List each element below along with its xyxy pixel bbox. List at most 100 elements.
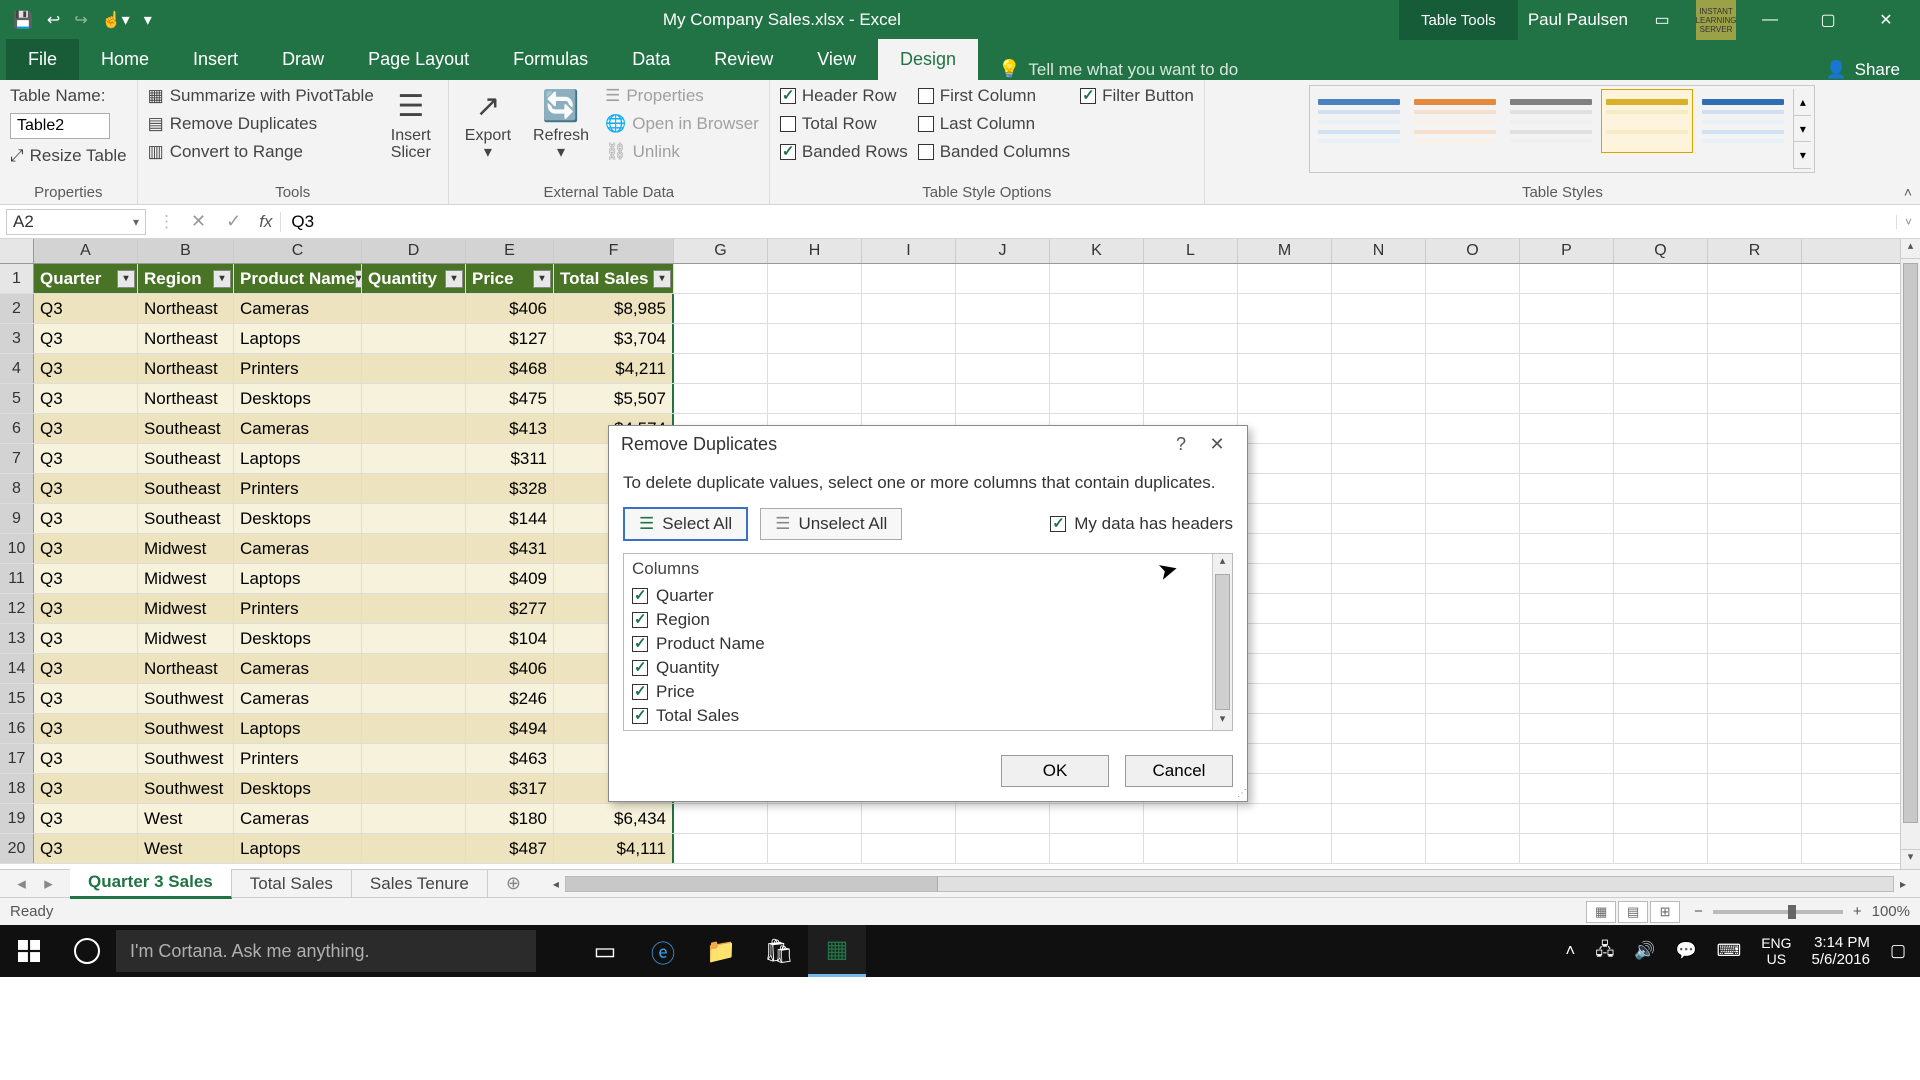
cell[interactable] — [1426, 534, 1520, 563]
zoom-in-icon[interactable]: + — [1853, 903, 1862, 920]
cell[interactable] — [674, 804, 768, 833]
cancel-formula-icon[interactable]: ✕ — [181, 211, 216, 232]
cell[interactable]: $246 — [466, 684, 554, 713]
column-header[interactable]: I — [862, 239, 956, 263]
row-header[interactable]: 15 — [0, 684, 34, 713]
cell[interactable] — [362, 504, 466, 533]
row-header[interactable]: 7 — [0, 444, 34, 473]
cell[interactable] — [1238, 654, 1332, 683]
columns-listbox[interactable]: Columns QuarterRegionProduct NameQuantit… — [623, 553, 1233, 731]
gallery-more-icon[interactable]: ▾ — [1794, 142, 1811, 169]
column-header[interactable]: F — [554, 239, 674, 263]
resize-table-button[interactable]: ⤢Resize Table — [10, 145, 127, 167]
cell[interactable]: Southwest — [138, 774, 234, 803]
undo-icon[interactable]: ↩ — [44, 7, 63, 33]
cell[interactable] — [1520, 714, 1614, 743]
cell[interactable] — [362, 714, 466, 743]
cell[interactable] — [1050, 804, 1144, 833]
cell[interactable]: Printers — [234, 744, 362, 773]
cell[interactable]: Midwest — [138, 564, 234, 593]
cell[interactable] — [362, 744, 466, 773]
tray-chevron-icon[interactable]: ˄ — [1565, 941, 1575, 961]
tell-me-search[interactable]: 💡 Tell me what you want to do — [978, 59, 1258, 80]
cell[interactable] — [1520, 744, 1614, 773]
cell[interactable] — [1520, 534, 1614, 563]
cell[interactable] — [768, 264, 862, 293]
cell[interactable] — [956, 354, 1050, 383]
cell[interactable] — [1708, 294, 1802, 323]
cell[interactable]: Cameras — [234, 804, 362, 833]
store-icon[interactable]: 🛍 — [750, 925, 808, 977]
cell[interactable] — [1144, 834, 1238, 863]
scroll-right-icon[interactable]: ▸ — [1894, 877, 1912, 891]
refresh-button[interactable]: 🔄 Refresh▾ — [527, 85, 595, 161]
cell[interactable]: Southwest — [138, 714, 234, 743]
cell[interactable]: Laptops — [234, 834, 362, 863]
cell[interactable] — [1520, 444, 1614, 473]
cell[interactable] — [1614, 264, 1708, 293]
cell[interactable] — [1332, 474, 1426, 503]
select-all-corner[interactable] — [0, 239, 34, 263]
cell[interactable] — [1238, 444, 1332, 473]
cell[interactable] — [862, 384, 956, 413]
language-indicator[interactable]: ENGUS — [1761, 935, 1791, 967]
action-center-icon[interactable]: 💬 — [1675, 941, 1696, 961]
cell[interactable] — [362, 834, 466, 863]
cell[interactable]: Q3 — [34, 654, 138, 683]
cell[interactable] — [1614, 684, 1708, 713]
expand-formula-bar-icon[interactable]: ˅ — [1896, 215, 1920, 229]
cell[interactable]: Desktops — [234, 504, 362, 533]
column-header[interactable]: K — [1050, 239, 1144, 263]
cell[interactable] — [1426, 714, 1520, 743]
sheet-tab[interactable]: Total Sales — [232, 870, 352, 898]
cell[interactable] — [1238, 264, 1332, 293]
excel-taskbar-icon[interactable]: ▦ — [808, 925, 866, 977]
cell[interactable] — [1238, 774, 1332, 803]
cell[interactable] — [674, 324, 768, 353]
cell[interactable]: Southeast — [138, 474, 234, 503]
cell[interactable]: $104 — [466, 624, 554, 653]
column-header[interactable]: G — [674, 239, 768, 263]
cell[interactable]: $409 — [466, 564, 554, 593]
cell[interactable] — [1332, 354, 1426, 383]
cell[interactable] — [1614, 714, 1708, 743]
cell[interactable] — [1238, 474, 1332, 503]
cell[interactable] — [1708, 384, 1802, 413]
export-button[interactable]: ↗ Export▾ — [459, 85, 517, 161]
cell[interactable] — [1614, 564, 1708, 593]
cell[interactable]: $127 — [466, 324, 554, 353]
cell[interactable] — [362, 444, 466, 473]
cell[interactable] — [1238, 564, 1332, 593]
cell[interactable] — [1614, 534, 1708, 563]
table-header-cell[interactable]: Quarter▾ — [34, 264, 138, 293]
cell[interactable] — [1426, 594, 1520, 623]
cell[interactable]: $406 — [466, 294, 554, 323]
scroll-down-icon[interactable]: ▾ — [1901, 849, 1920, 869]
cell[interactable] — [1050, 324, 1144, 353]
cell[interactable] — [1238, 384, 1332, 413]
cell[interactable] — [768, 324, 862, 353]
column-header[interactable]: H — [768, 239, 862, 263]
table-style-swatch[interactable] — [1505, 89, 1597, 153]
column-header[interactable]: E — [466, 239, 554, 263]
cell[interactable] — [1426, 324, 1520, 353]
zoom-level[interactable]: 100% — [1872, 903, 1910, 920]
new-sheet-button[interactable]: ⊕ — [488, 869, 539, 898]
first-column-checkbox[interactable]: First Column — [918, 85, 1070, 107]
cell[interactable] — [1238, 684, 1332, 713]
table-name-input[interactable] — [10, 113, 110, 139]
cell[interactable] — [1144, 804, 1238, 833]
cell[interactable] — [1332, 264, 1426, 293]
cell[interactable]: $144 — [466, 504, 554, 533]
filter-dropdown-icon[interactable]: ▾ — [533, 270, 551, 288]
cell[interactable] — [1708, 804, 1802, 833]
cell[interactable] — [1614, 624, 1708, 653]
cell[interactable]: Printers — [234, 594, 362, 623]
cell[interactable] — [1708, 564, 1802, 593]
cell[interactable] — [362, 774, 466, 803]
cell[interactable] — [1332, 444, 1426, 473]
cell[interactable] — [1520, 414, 1614, 443]
tab-design[interactable]: Design — [878, 39, 978, 80]
cell[interactable] — [1520, 804, 1614, 833]
zoom-slider[interactable] — [1713, 910, 1843, 914]
